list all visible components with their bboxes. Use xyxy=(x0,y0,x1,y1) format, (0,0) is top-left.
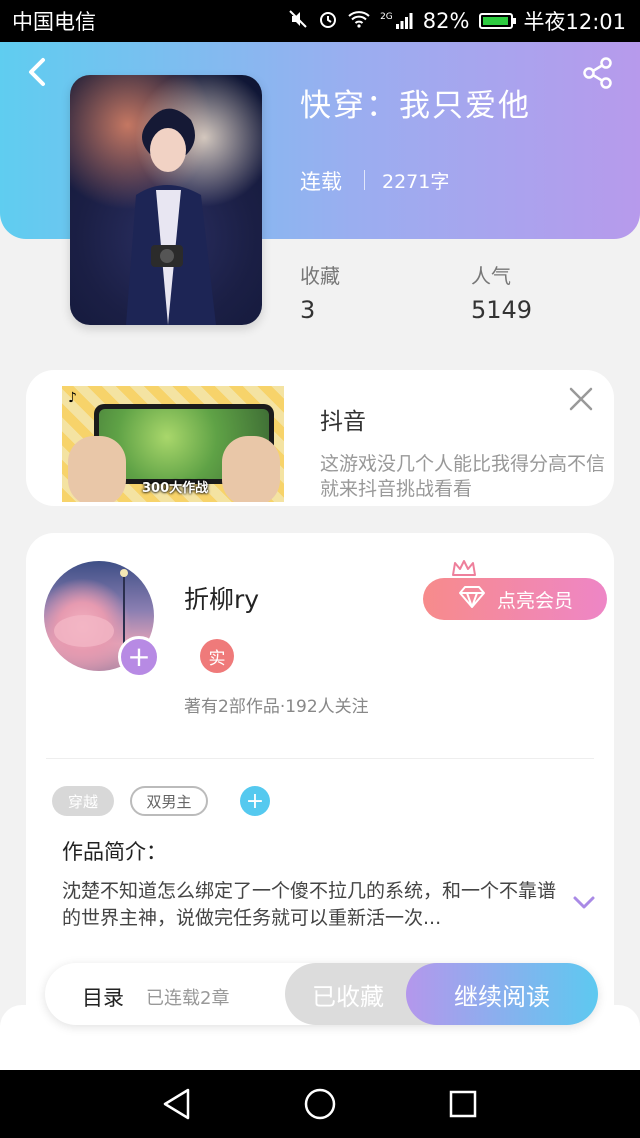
tag-chip[interactable]: 双男主 xyxy=(130,786,208,816)
crown-icon xyxy=(451,558,477,578)
vip-button-label: 点亮会员 xyxy=(496,589,573,612)
favorites-label: 收藏 xyxy=(300,264,340,288)
ad-card[interactable]: ♪ 300大作战 抖音 这游戏没几个人能比我得分高不信就来抖音挑战看看 xyxy=(26,370,614,506)
author-name[interactable]: 折柳ry xyxy=(184,580,259,616)
ad-hand-graphic xyxy=(68,436,126,502)
follow-author-button[interactable]: + xyxy=(118,636,160,678)
author-stats: 著有2部作品·192人关注 xyxy=(184,697,369,717)
intro-label: 作品简介： xyxy=(62,840,167,864)
clock: 半夜12:01 xyxy=(523,10,626,34)
vip-button[interactable]: 点亮会员 xyxy=(423,578,607,620)
table-of-contents-button[interactable]: 目录 xyxy=(82,982,124,1012)
battery-percent: 82% xyxy=(422,9,470,33)
ad-image[interactable]: ♪ 300大作战 xyxy=(62,386,284,502)
carrier-label: 中国电信 xyxy=(12,10,96,34)
popularity-label: 人气 xyxy=(471,264,511,288)
ad-description: 这游戏没几个人能比我得分高不信就来抖音挑战看看 xyxy=(320,453,606,500)
word-count: 2271字 xyxy=(382,171,450,193)
nav-back-icon[interactable] xyxy=(161,1087,193,1121)
tag-chip[interactable]: 穿越 xyxy=(52,786,114,816)
book-cover[interactable] xyxy=(70,75,262,325)
book-status: 连载 xyxy=(300,170,342,194)
continue-reading-button[interactable]: 继续阅读 xyxy=(406,963,598,1025)
chevron-down-icon[interactable] xyxy=(571,894,597,912)
alarm-icon xyxy=(318,9,338,34)
divider xyxy=(46,758,594,759)
verified-badge: 实 xyxy=(200,639,234,673)
popularity-value: 5149 xyxy=(471,296,533,324)
status-bar: 中国电信 2G 82% 半夜12:01 xyxy=(0,0,640,42)
ad-title: 抖音 xyxy=(320,409,366,435)
share-icon[interactable] xyxy=(582,56,614,90)
meta-divider xyxy=(364,170,365,190)
back-chevron-icon[interactable] xyxy=(22,54,52,90)
wifi-icon xyxy=(348,10,370,33)
nav-recent-apps-icon[interactable] xyxy=(448,1089,478,1119)
battery-icon xyxy=(479,13,517,29)
ad-image-caption: 300大作战 xyxy=(142,481,209,496)
close-icon[interactable] xyxy=(566,384,596,414)
mute-icon xyxy=(288,9,308,34)
network-type: 2G xyxy=(380,12,393,22)
add-tag-button[interactable]: + xyxy=(240,786,270,816)
book-title: 快穿：我只爱他 xyxy=(300,88,531,124)
chapter-count: 已连载2章 xyxy=(146,988,230,1009)
intro-text: 沈楚不知道怎么绑定了一个傻不拉几的系统，和一个不靠谱的世界主神，说做完任务就可以… xyxy=(62,880,557,929)
cover-illustration xyxy=(126,108,216,325)
ad-hand-graphic xyxy=(222,436,280,502)
status-indicators: 2G 82% 半夜12:01 xyxy=(288,6,626,36)
nav-home-icon[interactable] xyxy=(303,1087,337,1121)
signal-icon: 2G xyxy=(380,12,413,30)
diamond-icon xyxy=(457,585,487,614)
favorites-value: 3 xyxy=(300,296,316,324)
tiktok-logo-icon: ♪ xyxy=(68,390,77,406)
